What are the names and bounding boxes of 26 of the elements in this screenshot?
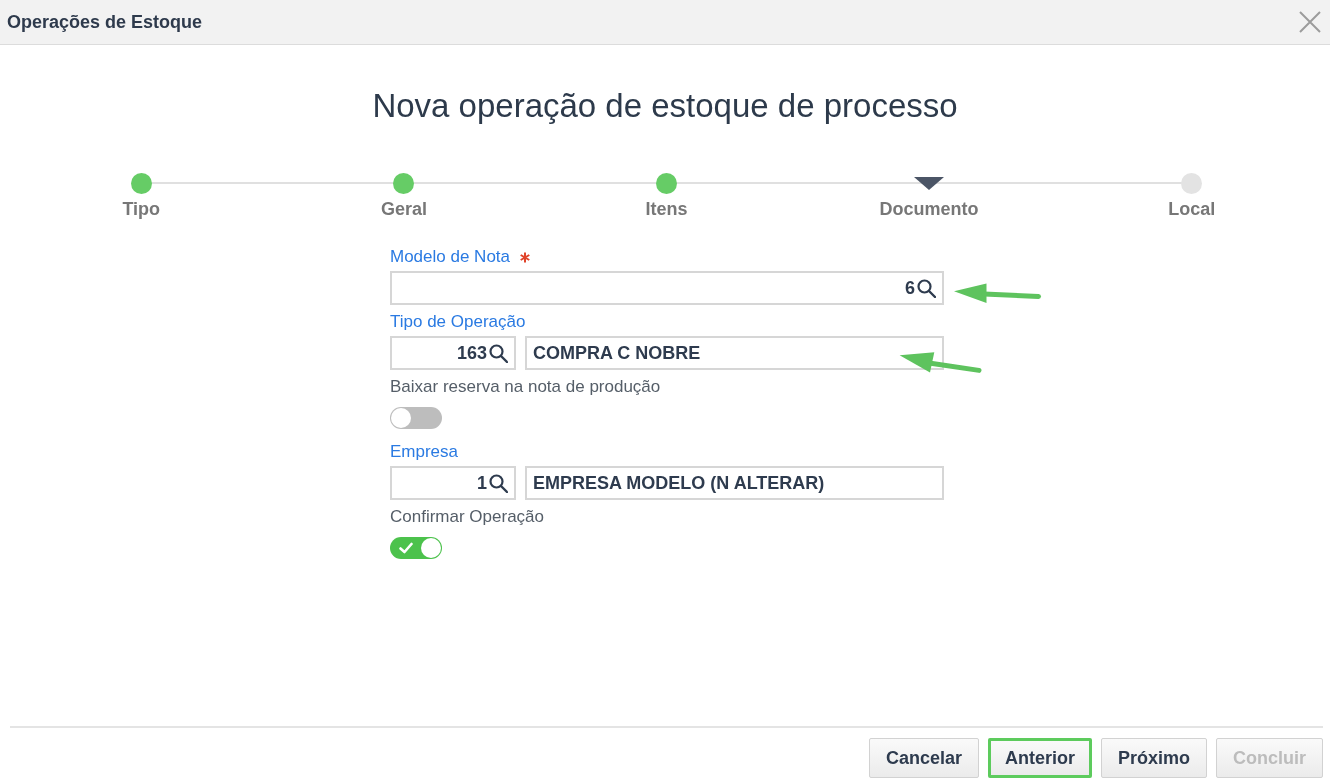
search-icon[interactable] bbox=[489, 343, 508, 363]
description-field[interactable]: EMPRESA MODELO (N ALTERAR) bbox=[525, 466, 944, 500]
lookup-field[interactable]: 1 bbox=[390, 466, 516, 500]
window-title: Operações de Estoque bbox=[7, 11, 203, 33]
field-label: Empresa bbox=[390, 441, 459, 463]
lookup-field[interactable]: 6 bbox=[390, 271, 944, 305]
step-label: Itens bbox=[645, 198, 688, 220]
dialog-button[interactable]: Anterior bbox=[987, 738, 1092, 778]
field-label: Tipo de Operação bbox=[390, 311, 526, 333]
dialog-button[interactable]: Próximo bbox=[1100, 738, 1207, 778]
step-label: Documento bbox=[879, 198, 979, 220]
search-icon[interactable] bbox=[917, 278, 936, 298]
field-label: Modelo de Nota bbox=[390, 246, 511, 268]
toggle-switch[interactable] bbox=[390, 537, 442, 559]
toggle-switch[interactable] bbox=[390, 407, 442, 429]
toggle-label: Baixar reserva na nota de produção bbox=[390, 376, 661, 398]
dialog-button[interactable]: Cancelar bbox=[868, 738, 979, 778]
search-icon[interactable] bbox=[489, 473, 508, 493]
step-label: Tipo bbox=[122, 198, 161, 220]
lookup-field[interactable]: 163 bbox=[390, 336, 516, 370]
toggle-label: Confirmar Operação bbox=[390, 506, 544, 528]
check-icon bbox=[399, 542, 413, 554]
page-heading: Nova operação de estoque de processo bbox=[372, 86, 958, 126]
step-label: Geral bbox=[380, 198, 427, 220]
step-label: Local bbox=[1168, 198, 1216, 220]
description-field[interactable]: COMPRA C NOBRE bbox=[525, 336, 944, 370]
